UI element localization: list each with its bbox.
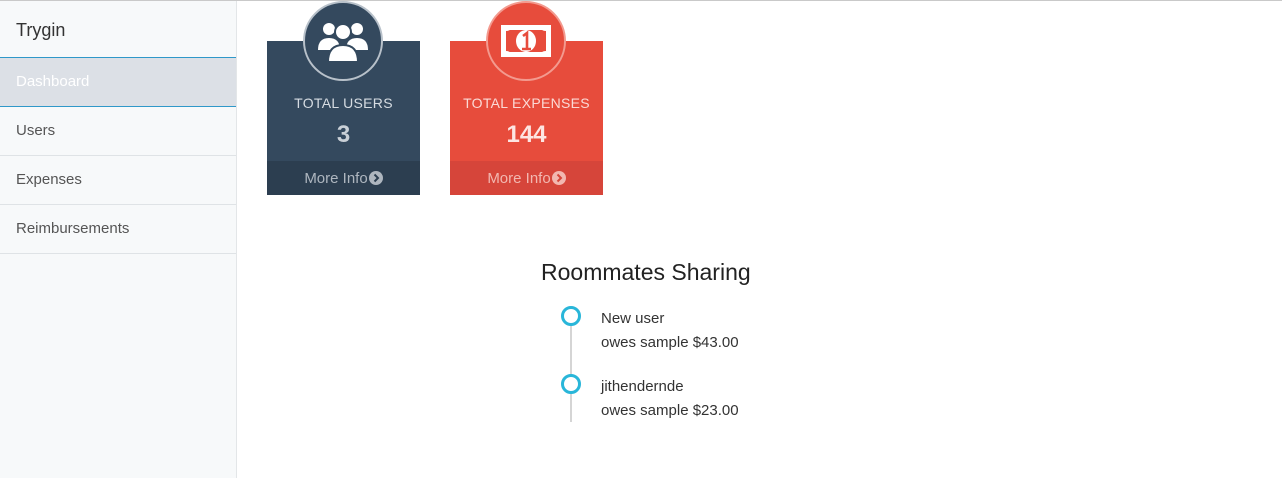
money-icon	[486, 1, 566, 81]
timeline-item: New user owes sample $43.00	[560, 304, 860, 360]
chevron-right-circle-icon	[551, 171, 566, 185]
card-value: 144	[506, 121, 547, 148]
sidebar-item-dashboard[interactable]: Dashboard	[0, 58, 236, 107]
users-icon	[303, 1, 383, 81]
more-info-label: More Info	[487, 170, 551, 187]
sidebar-item-users[interactable]: Users	[0, 107, 236, 156]
timeline-owes-text: owes sample $23.00	[601, 402, 739, 419]
card-value: 3	[336, 121, 351, 148]
card-title: TOTAL USERS	[294, 95, 393, 111]
sidebar-item-reimbursements[interactable]: Reimbursements	[0, 205, 236, 254]
timeline-user-name: jithendernde	[601, 378, 684, 395]
total-expenses-card: TOTAL EXPENSES 144 More Info	[450, 1, 603, 195]
sidebar: Trygin Dashboard Users Expenses Reimburs…	[0, 1, 237, 478]
total-users-card: TOTAL USERS 3 More Info	[267, 1, 420, 195]
more-info-label: More Info	[304, 170, 368, 187]
timeline-item: jithendernde owes sample $23.00	[560, 372, 860, 428]
timeline-dot-icon	[561, 306, 581, 326]
timeline-dot-icon	[561, 374, 581, 394]
chevron-right-circle-icon	[368, 171, 383, 185]
card-title: TOTAL EXPENSES	[463, 95, 590, 111]
sidebar-item-expenses[interactable]: Expenses	[0, 156, 236, 205]
brand-title: Trygin	[0, 1, 236, 58]
roommates-sharing-title: Roommates Sharing	[541, 259, 751, 285]
more-info-link[interactable]: More Info	[267, 161, 420, 195]
more-info-link[interactable]: More Info	[450, 161, 603, 195]
timeline-owes-text: owes sample $43.00	[601, 334, 739, 351]
timeline-user-name: New user	[601, 310, 665, 327]
sharing-timeline: New user owes sample $43.00 jithendernde…	[560, 304, 860, 424]
